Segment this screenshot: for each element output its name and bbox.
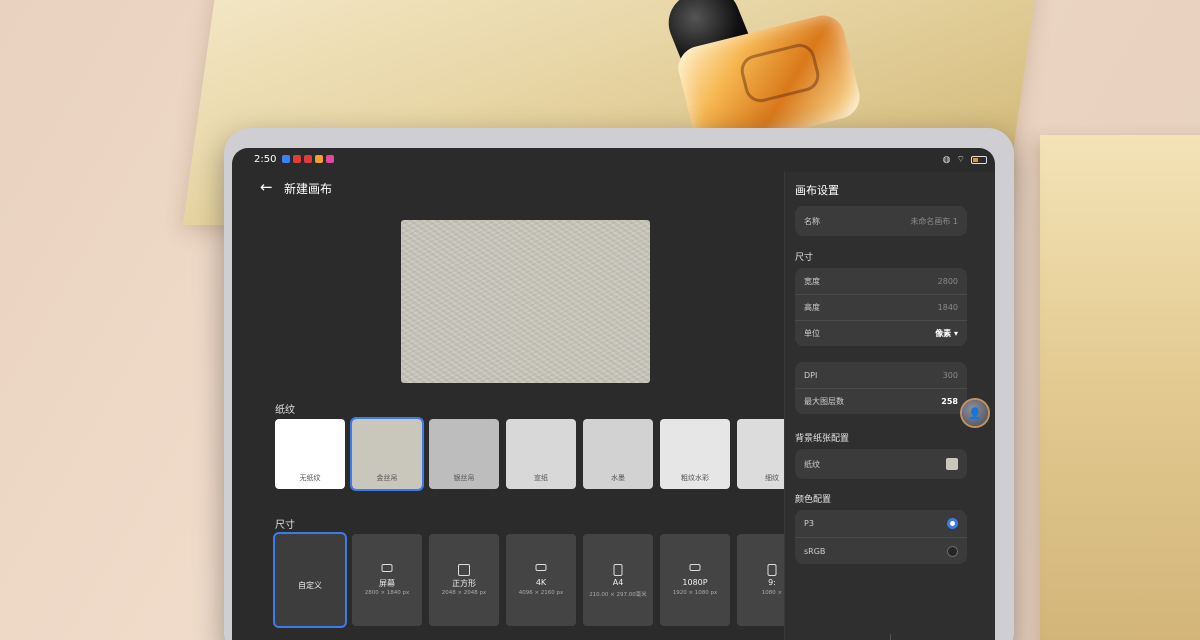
size-preset-tile[interactable]: 1080P 1920 × 1080 px (660, 534, 730, 626)
color-profile-option[interactable]: P3 (795, 510, 967, 537)
texture-tile[interactable]: 粗纹水彩 (660, 419, 730, 489)
size-shape-icon (458, 564, 470, 576)
size-shape-icon (535, 564, 547, 571)
perfume-bottle (659, 0, 865, 155)
height-field[interactable]: 高度 1840 (795, 294, 967, 320)
size-preset-name: 4K (535, 578, 547, 587)
status-app-icon (282, 155, 290, 163)
size-preset-tile[interactable]: A4 210.00 × 297.00毫米 (583, 534, 653, 626)
size-shape-icon (381, 564, 393, 572)
unit-value: 像素 ▾ (935, 329, 958, 338)
color-profile-option[interactable]: sRGB (795, 537, 967, 564)
texture-tile-label: 宣纸 (534, 474, 548, 482)
status-app-icon (326, 155, 334, 163)
texture-tile-label: 金丝帛 (376, 474, 398, 482)
size-preset-dimensions: 2048 × 2048 px (441, 590, 487, 596)
texture-tile-label: 粗纹水彩 (681, 474, 709, 482)
name-field[interactable]: 名称 未命名画布 1 (795, 206, 967, 236)
radio-button[interactable] (947, 545, 958, 557)
texture-tile-label: 无纸纹 (299, 474, 321, 482)
texture-picker[interactable]: 纸纹 (795, 449, 967, 479)
size-preset-name: 1080P (682, 578, 708, 587)
width-value: 2800 (937, 276, 958, 286)
battery-icon (971, 155, 987, 164)
size-settings-label: 尺寸 (795, 253, 814, 263)
background-group: 纸纹 (795, 449, 967, 479)
background-settings-label: 背景纸张配置 (795, 434, 850, 444)
canvas-preview (401, 220, 650, 383)
color-settings-label: 颜色配置 (795, 495, 832, 505)
width-label: 宽度 (804, 276, 820, 286)
status-app-icon (304, 155, 312, 163)
signal-icon: ◍ (942, 154, 951, 165)
texture-list: 无纸纹 金丝帛 银丝帛 宣纸 水墨 粗纹水彩 细纹 (275, 417, 807, 491)
name-value: 未命名画布 1 (910, 216, 958, 226)
name-label: 名称 (804, 216, 820, 226)
texture-tile-label: 水墨 (611, 474, 625, 482)
radio-button[interactable] (947, 518, 958, 529)
dpi-group: DPI 300 最大图层数 258 (795, 362, 967, 414)
size-preset-dimensions: 2800 × 1840 px (364, 590, 410, 596)
wifi-icon: ⌔ (956, 155, 965, 165)
texture-picker-label: 纸纹 (804, 459, 820, 469)
texture-tile-label: 银丝帛 (453, 474, 475, 482)
texture-tile[interactable]: 无纸纹 (275, 419, 345, 489)
size-preset-tile[interactable]: 4K 4096 × 2160 px (506, 534, 576, 626)
color-profile-label: sRGB (804, 546, 826, 556)
size-preset-list: 自定义 屏幕 2800 × 1840 px 正方形 2048 × 2048 px 4K 40… (273, 532, 807, 628)
floating-assistant-button[interactable]: 👤 (962, 400, 988, 426)
texture-tile[interactable]: 宣纸 (506, 419, 576, 489)
button-divider (890, 634, 891, 640)
size-preset-name: 屏幕 (379, 579, 395, 588)
name-group: 名称 未命名画布 1 (795, 206, 967, 236)
size-preset-tile[interactable]: 正方形 2048 × 2048 px (429, 534, 499, 626)
size-section-label: 尺寸 (275, 520, 295, 531)
height-label: 高度 (804, 303, 820, 312)
size-preset-dimensions: 1920 × 1080 px (672, 590, 718, 596)
color-profile-group: P3 sRGB (795, 510, 967, 564)
max-layers-value: 258 (941, 397, 958, 406)
size-preset-tile[interactable]: 自定义 (273, 532, 347, 628)
size-preset-name: A4 (612, 578, 624, 587)
dpi-field[interactable]: DPI 300 (795, 362, 967, 388)
size-preset-dimensions: 4096 × 2160 px (518, 590, 564, 596)
size-preset-name: 正方形 (452, 579, 476, 588)
unit-dropdown[interactable]: 单位 像素 ▾ (795, 320, 967, 346)
size-shape-icon (613, 564, 623, 576)
user-icon: 👤 (968, 406, 982, 420)
status-time: 2:50 (254, 154, 277, 165)
size-preset-dimensions: 210.00 × 297.00毫米 (589, 592, 647, 598)
status-app-icon (315, 155, 323, 163)
texture-tile[interactable]: 银丝帛 (429, 419, 499, 489)
size-preset-name: 自定义 (298, 581, 322, 590)
caret-down-icon: ▾ (953, 329, 958, 338)
arrow-left-icon[interactable]: ← (260, 178, 273, 196)
texture-section-label: 纸纹 (275, 405, 295, 416)
texture-swatch (946, 458, 958, 470)
max-layers-label: 最大图层数 (804, 397, 844, 406)
unit-label: 单位 (804, 329, 820, 338)
status-app-icon (293, 155, 301, 163)
size-preset-tile[interactable]: 屏幕 2800 × 1840 px (352, 534, 422, 626)
dpi-value: 300 (942, 370, 958, 380)
system-icons: ◍ ⌔ (943, 154, 987, 165)
tablet-screen: 2:50 ◍ ⌔ ← 新建画布 纸纹 无纸纹 金丝帛 银丝帛 宣纸 水墨 粗纹水彩 细纹 尺… (232, 148, 995, 640)
size-settings-group: 宽度 2800 高度 1840 单位 像素 ▾ (795, 268, 967, 346)
page-title: 新建画布 (284, 182, 333, 196)
color-profile-label: P3 (804, 519, 814, 528)
height-value: 1840 (937, 303, 958, 312)
settings-title: 画布设置 (795, 184, 839, 197)
gold-card-backdrop-right (1040, 135, 1200, 640)
texture-tile[interactable]: 金丝帛 (350, 417, 424, 491)
canvas-setup-pane: ← 新建画布 纸纹 无纸纹 金丝帛 银丝帛 宣纸 水墨 粗纹水彩 细纹 尺寸 自定义 屏幕 28… (232, 172, 807, 640)
status-app-icons (282, 155, 334, 163)
texture-tile[interactable]: 水墨 (583, 419, 653, 489)
size-shape-icon (689, 564, 701, 571)
width-field[interactable]: 宽度 2800 (795, 268, 967, 294)
dpi-label: DPI (804, 370, 818, 380)
status-bar: 2:50 ◍ ⌔ (232, 148, 995, 172)
size-shape-icon (767, 564, 777, 576)
max-layers-field[interactable]: 最大图层数 258 (795, 388, 967, 414)
